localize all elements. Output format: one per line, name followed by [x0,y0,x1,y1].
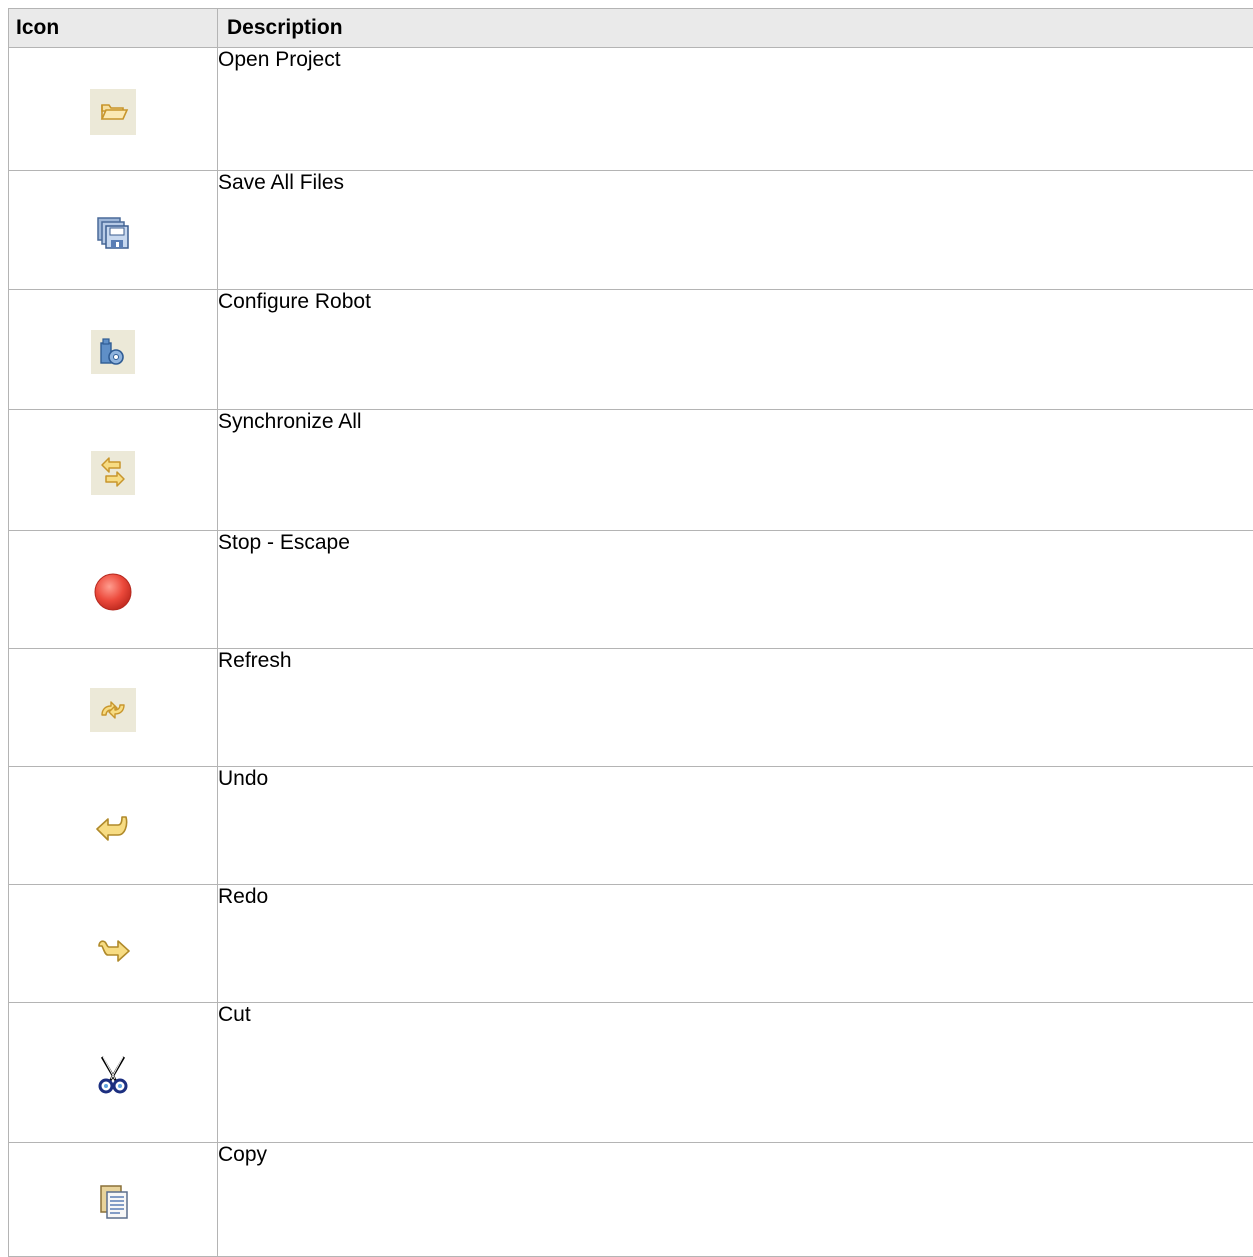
row-description: Save All Files [218,171,1253,290]
refresh-icon [89,686,137,734]
table-row: Refresh [9,649,1253,767]
table-header-row: Icon Description [9,9,1253,48]
icon-column-header: Icon [9,9,218,48]
table-row: Synchronize All [9,410,1253,531]
row-description: Synchronize All [218,410,1253,531]
row-description: Cut [218,1003,1253,1143]
save-all-icon [89,209,137,257]
description-column-header: Description [218,9,1253,48]
row-description: Open Project [218,48,1253,171]
stop-icon [89,568,137,616]
undo-icon [89,804,137,852]
row-description: Copy [218,1143,1253,1257]
table-row: Save All Files [9,171,1253,290]
table-row: Cut [9,1003,1253,1143]
redo-icon [89,922,137,970]
scissors-icon [89,1051,137,1099]
table-row: Stop - Escape [9,531,1253,649]
table-row: Undo [9,767,1253,885]
row-description: Stop - Escape [218,531,1253,649]
row-description: Refresh [218,649,1253,767]
row-description: Undo [218,767,1253,885]
synchronize-icon [89,449,137,497]
row-description: Redo [218,885,1253,1003]
configure-robot-icon [89,328,137,376]
table-row: Copy [9,1143,1253,1257]
table-row: Redo [9,885,1253,1003]
icon-description-table: Icon Description Open Project [8,8,1253,1257]
table-row: Open Project [9,48,1253,171]
table-row: Configure Robot [9,290,1253,410]
row-description: Configure Robot [218,290,1253,410]
copy-icon [89,1178,137,1226]
open-folder-icon [89,88,137,136]
